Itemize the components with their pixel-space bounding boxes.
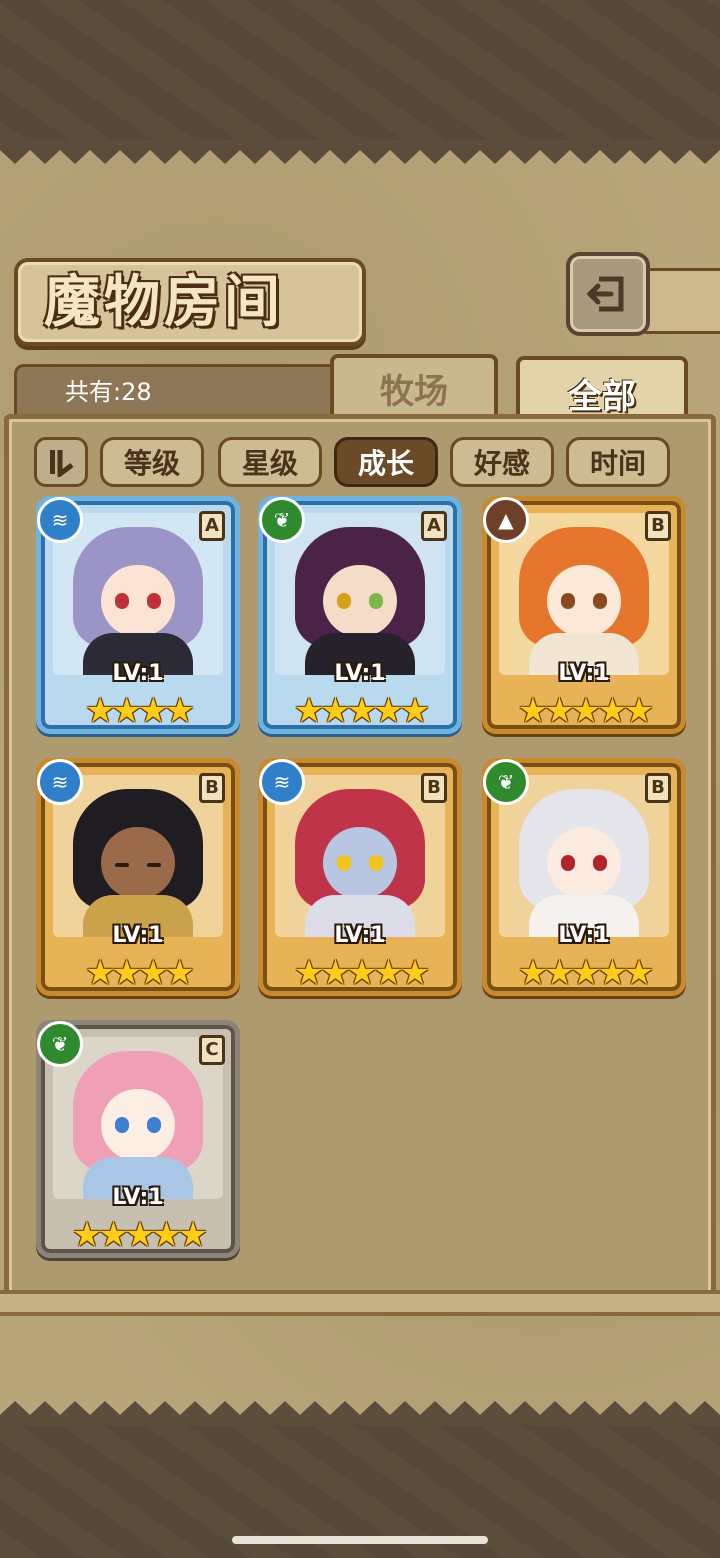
monster-level: LV:1 xyxy=(558,661,610,686)
sort-star-button[interactable]: 星级 xyxy=(218,437,322,487)
bottom-edge-decoration xyxy=(0,1401,720,1425)
star-rating: ★★★★ xyxy=(85,691,195,731)
water-element-icon: ≋ xyxy=(37,497,83,543)
monster-portrait xyxy=(499,775,669,937)
star-rating: ★★★★★ xyxy=(71,1215,208,1255)
title-plate: 魔物房间 xyxy=(14,258,366,346)
rank-badge: A xyxy=(199,511,225,541)
back-button[interactable] xyxy=(566,252,650,336)
monster-card[interactable]: ≋ B LV:1 ★★★★ xyxy=(36,758,240,996)
rock-element-icon: ▲ xyxy=(483,497,529,543)
monster-card[interactable]: ❦ C LV:1 ★★★★★ xyxy=(36,1020,240,1258)
top-edge-decoration xyxy=(0,140,720,164)
water-element-icon: ≋ xyxy=(259,759,305,805)
monster-portrait xyxy=(53,1037,223,1199)
sort-order-button[interactable] xyxy=(34,437,88,487)
monster-level: LV:1 xyxy=(334,923,386,948)
monster-level: LV:1 xyxy=(558,923,610,948)
monster-level: LV:1 xyxy=(334,661,386,686)
rank-badge: C xyxy=(199,1035,225,1065)
sort-affection-button[interactable]: 好感 xyxy=(450,437,554,487)
monster-card[interactable]: ≋ A LV:1 ★★★★ xyxy=(36,496,240,734)
star-rating: ★★★★★ xyxy=(293,953,430,993)
leaf-element-icon: ❦ xyxy=(483,759,529,805)
leaf-element-icon: ❦ xyxy=(37,1021,83,1067)
rank-badge: B xyxy=(645,511,671,541)
home-indicator[interactable] xyxy=(232,1536,488,1544)
water-element-icon: ≋ xyxy=(37,759,83,805)
rank-badge: A xyxy=(421,511,447,541)
back-button-rail xyxy=(640,268,720,334)
sort-time-button[interactable]: 时间 xyxy=(566,437,670,487)
monster-portrait xyxy=(53,513,223,675)
monster-card[interactable]: ❦ A LV:1 ★★★★★ xyxy=(258,496,462,734)
back-arrow-icon xyxy=(586,276,624,312)
rank-badge: B xyxy=(421,773,447,803)
star-rating: ★★★★★ xyxy=(517,953,654,993)
monster-portrait xyxy=(275,513,445,675)
star-rating: ★★★★★ xyxy=(517,691,654,731)
top-background xyxy=(0,0,720,150)
monster-card[interactable]: ▲ B LV:1 ★★★★★ xyxy=(482,496,686,734)
leaf-element-icon: ❦ xyxy=(259,497,305,543)
monster-level: LV:1 xyxy=(112,923,164,948)
monster-portrait xyxy=(499,513,669,675)
sort-growth-button[interactable]: 成长 xyxy=(334,437,438,487)
monster-count: 共有:28 xyxy=(65,378,152,406)
tab-ranch[interactable]: 牧场 xyxy=(330,354,498,422)
sort-level-button[interactable]: 等级 xyxy=(100,437,204,487)
page-title: 魔物房间 xyxy=(44,269,284,335)
monster-card[interactable]: ≋ B LV:1 ★★★★★ xyxy=(258,758,462,996)
star-rating: ★★★★ xyxy=(85,953,195,993)
star-rating: ★★★★★ xyxy=(293,691,430,731)
panel-bottom-rail xyxy=(0,1290,720,1316)
sort-order-icon xyxy=(50,450,74,477)
monster-portrait xyxy=(275,775,445,937)
monster-level: LV:1 xyxy=(112,1185,164,1210)
monster-level: LV:1 xyxy=(112,661,164,686)
rank-badge: B xyxy=(199,773,225,803)
monster-count-bar: 共有:28 xyxy=(14,364,340,420)
rank-badge: B xyxy=(645,773,671,803)
monster-portrait xyxy=(53,775,223,937)
monster-card[interactable]: ❦ B LV:1 ★★★★★ xyxy=(482,758,686,996)
